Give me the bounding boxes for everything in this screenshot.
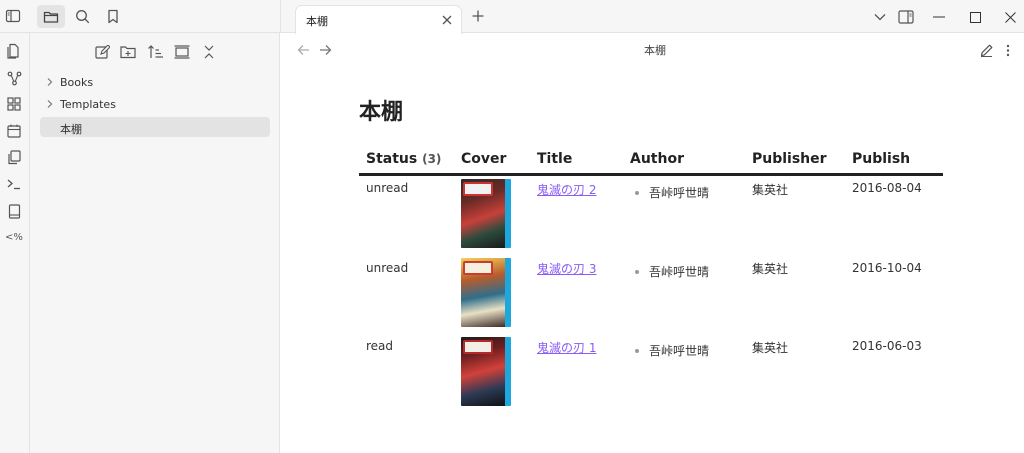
bookmark-icon[interactable] <box>103 6 123 26</box>
view-header-title[interactable]: 本棚 <box>600 42 710 58</box>
status-cell: read <box>366 339 394 353</box>
window-close-icon[interactable] <box>1003 10 1017 24</box>
tree-item-label: Books <box>60 76 94 89</box>
tree-item-label: Templates <box>60 98 116 111</box>
bullet-icon <box>635 269 639 274</box>
pane-divider <box>280 0 281 33</box>
publish-date-cell: 2016-08-04 <box>852 181 922 195</box>
note-title: 本棚 <box>359 100 404 125</box>
pencil-icon[interactable] <box>978 42 994 58</box>
file-explorer-tab[interactable] <box>37 5 65 28</box>
publisher-cell: 集英社 <box>752 183 789 197</box>
obsidian-window: 本棚 <% Books Templates 本棚 本棚 本棚 Status (3… <box>0 0 1024 453</box>
column-header-publisher[interactable]: Publisher <box>752 151 827 167</box>
canvas-icon[interactable] <box>4 94 24 114</box>
title-link[interactable]: 鬼滅の刃 1 <box>537 339 596 356</box>
publish-date-cell: 2016-06-03 <box>852 339 922 353</box>
table-header-divider <box>359 173 943 176</box>
publish-date-cell: 2016-10-04 <box>852 261 922 275</box>
author-name: 吾峠呼世晴 <box>649 186 710 200</box>
column-header-title[interactable]: Title <box>537 151 572 167</box>
bullet-icon <box>635 348 639 353</box>
chevron-right-icon <box>45 99 55 109</box>
sort-icon[interactable] <box>147 43 165 61</box>
title-link[interactable]: 鬼滅の刃 2 <box>537 181 596 198</box>
tab-current-note[interactable]: 本棚 <box>295 5 462 34</box>
book-cover-image <box>461 258 511 327</box>
collapse-all-icon[interactable] <box>200 43 218 61</box>
right-sidebar-icon[interactable] <box>897 8 915 26</box>
status-cell: unread <box>366 181 409 195</box>
close-icon[interactable] <box>441 14 453 26</box>
column-header-cover[interactable]: Cover <box>461 151 506 167</box>
tab-label: 本棚 <box>306 15 328 28</box>
switcher-icon[interactable] <box>4 41 24 61</box>
more-vertical-icon[interactable] <box>1001 42 1015 58</box>
header-label: Status <box>366 151 418 167</box>
author-list-item: 吾峠呼世晴 <box>635 184 709 201</box>
arrow-right-icon[interactable] <box>318 43 332 57</box>
book-cover-image <box>461 337 511 406</box>
calendar-icon[interactable] <box>4 121 24 141</box>
arrow-left-icon[interactable] <box>296 43 310 57</box>
file-explorer: Books Templates 本棚 <box>30 33 280 453</box>
column-header-publish[interactable]: Publish <box>852 151 910 167</box>
new-note-icon[interactable] <box>93 43 111 61</box>
author-name: 吾峠呼世晴 <box>649 265 710 279</box>
tree-file-bookshelf[interactable]: 本棚 <box>40 117 270 137</box>
author-list-item: 吾峠呼世晴 <box>635 342 709 359</box>
tree-folder-templates[interactable]: Templates <box>40 94 270 114</box>
column-header-author[interactable]: Author <box>630 151 684 167</box>
templater-icon[interactable]: <% <box>4 227 24 247</box>
chevron-down-icon[interactable] <box>873 10 887 24</box>
minimize-icon[interactable] <box>932 10 946 24</box>
chevron-right-icon <box>45 77 55 87</box>
new-folder-icon[interactable] <box>119 43 137 61</box>
tree-folder-books[interactable]: Books <box>40 72 270 92</box>
copy-icon[interactable] <box>4 147 24 167</box>
column-header-status[interactable]: Status (3) <box>366 151 441 167</box>
book-icon[interactable] <box>4 201 24 221</box>
bullet-icon <box>635 190 639 195</box>
sidebar-toggle-icon[interactable] <box>3 6 23 26</box>
status-cell: unread <box>366 261 409 275</box>
author-name: 吾峠呼世晴 <box>649 344 710 358</box>
graph-icon[interactable] <box>4 68 24 88</box>
search-icon[interactable] <box>72 6 92 26</box>
collapse-icon[interactable] <box>173 43 191 61</box>
folder-icon <box>43 10 59 24</box>
tree-item-label: 本棚 <box>60 123 82 136</box>
status-count: (3) <box>422 152 442 166</box>
maximize-icon[interactable] <box>968 10 982 24</box>
left-ribbon: <% <box>0 33 30 453</box>
publisher-cell: 集英社 <box>752 341 789 355</box>
book-cover-image <box>461 179 511 248</box>
publisher-cell: 集英社 <box>752 262 789 276</box>
plus-icon[interactable] <box>471 9 485 23</box>
terminal-icon[interactable] <box>4 174 24 194</box>
title-link[interactable]: 鬼滅の刃 3 <box>537 260 596 277</box>
author-list-item: 吾峠呼世晴 <box>635 263 709 280</box>
title-bar: 本棚 <box>0 0 1024 34</box>
templater-label: <% <box>5 231 23 243</box>
